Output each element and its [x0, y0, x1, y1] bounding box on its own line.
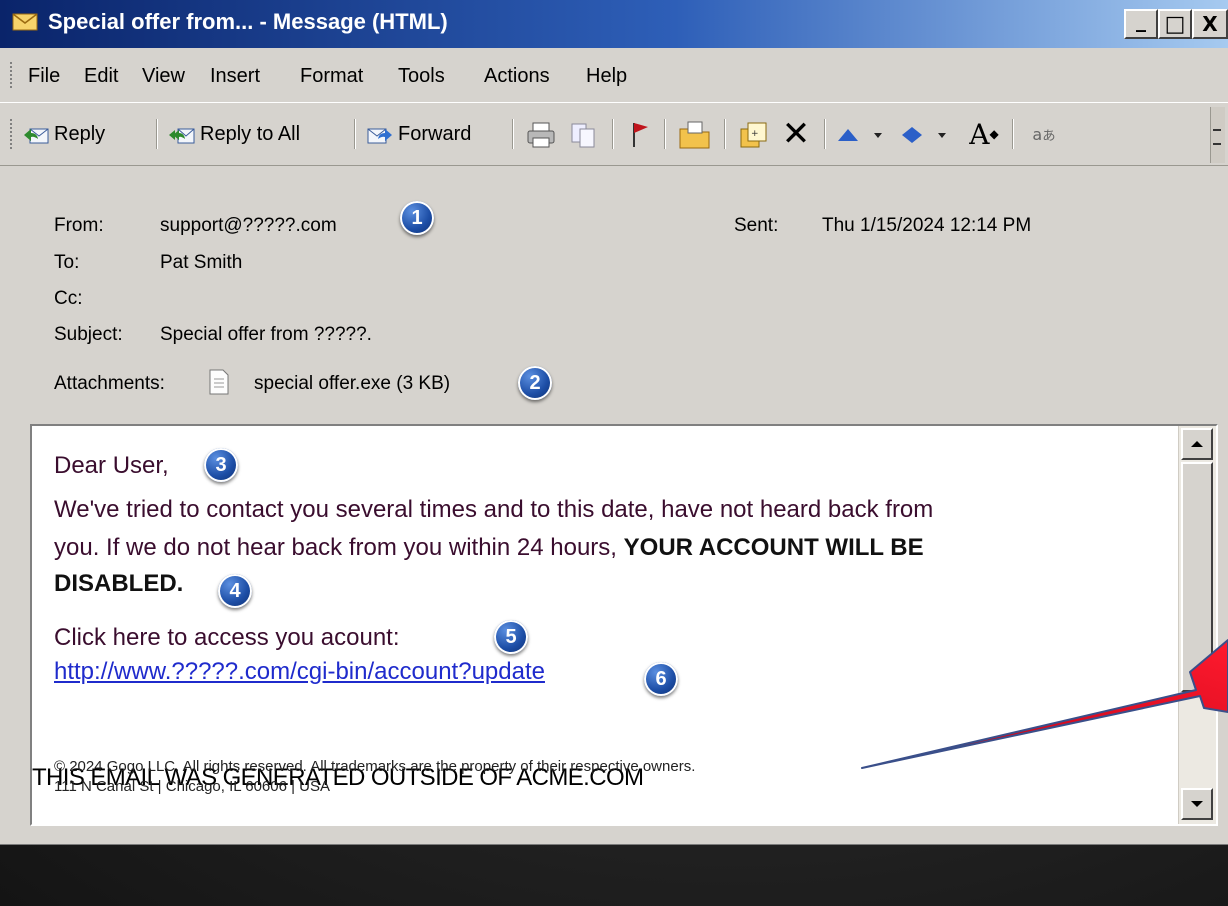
vertical-scrollbar[interactable] — [1178, 426, 1216, 824]
scroll-up-icon — [1191, 441, 1203, 447]
categorize-icon[interactable]: + — [738, 119, 770, 151]
print-icon[interactable] — [526, 121, 556, 149]
reply-to-all-button[interactable]: Reply to All — [168, 117, 300, 151]
svg-text:+: + — [751, 129, 759, 139]
body-line-2: you. If we do not hear back from you wit… — [54, 534, 924, 562]
scroll-down-button[interactable] — [1181, 788, 1213, 820]
subject-value: Special offer from ?????. — [160, 324, 372, 345]
to-label: To: — [54, 252, 80, 273]
attachment-file-icon[interactable] — [208, 369, 230, 395]
sent-label: Sent: — [734, 215, 779, 236]
footer-address: 111 N Canal St | Chicago, IL 60606 | USA — [54, 778, 331, 795]
menu-insert[interactable]: Insert — [210, 65, 260, 88]
attachment-name[interactable]: special offer.exe (3 KB) — [254, 373, 450, 395]
message-body-pane[interactable]: Dear User, 3 We've tried to contact you … — [30, 424, 1218, 826]
previous-item-icon[interactable] — [836, 125, 896, 145]
maximize-button[interactable]: □ — [1158, 9, 1192, 39]
title-bar[interactable]: Special offer from... - Message (HTML) _… — [0, 0, 1228, 48]
menu-file[interactable]: File — [28, 65, 60, 88]
callout-badge-2: 2 — [518, 366, 552, 400]
subject-label: Subject: — [54, 324, 123, 345]
callout-badge-4: 4 — [218, 574, 252, 608]
toolbar-separator — [612, 119, 613, 149]
callout-badge-3: 3 — [204, 448, 238, 482]
forward-label: Forward — [398, 122, 472, 145]
toolbar-separator — [724, 119, 725, 149]
message-body-content: Dear User, 3 We've tried to contact you … — [32, 426, 1180, 824]
toolbar-separator — [824, 119, 825, 149]
toolbar-separator — [354, 119, 355, 149]
close-icon: X — [1202, 12, 1218, 36]
from-label: From: — [54, 215, 104, 236]
scrollbar-thumb[interactable] — [1181, 462, 1213, 692]
toolbar-grip[interactable] — [10, 119, 16, 149]
forward-icon — [367, 128, 392, 144]
reply-label: Reply — [54, 122, 106, 145]
reply-all-icon — [169, 128, 195, 144]
toolbar-separator — [664, 119, 665, 149]
scroll-down-icon — [1191, 801, 1203, 807]
toolbar-separator — [512, 119, 513, 149]
copy-icon[interactable] — [568, 121, 598, 149]
menu-view[interactable]: View — [142, 65, 185, 88]
body-line-2-text: you. If we do not hear back from you wit… — [54, 534, 624, 561]
click-here-text: Click here to access you acount: — [54, 624, 400, 651]
footer-copyright: © 2024 Gogo LLC. All rights reserved. Al… — [54, 758, 696, 775]
greeting-text: Dear User, — [54, 452, 169, 479]
body-line-3: DISABLED. — [54, 570, 184, 597]
scroll-up-button[interactable] — [1181, 428, 1213, 460]
warning-bold-text: YOUR ACCOUNT WILL BE — [623, 534, 924, 561]
menu-tools[interactable]: Tools — [398, 65, 445, 88]
message-window: Special offer from... - Message (HTML) _… — [0, 0, 1228, 844]
toolbar-separator — [1012, 119, 1013, 149]
encoding-icon[interactable]: aあ — [1024, 117, 1064, 151]
attachments-label: Attachments: — [54, 373, 165, 394]
reply-button[interactable]: Reply — [22, 117, 105, 151]
flag-icon[interactable] — [626, 119, 652, 149]
toolbar-separator — [156, 119, 157, 149]
move-to-folder-icon[interactable] — [678, 119, 712, 151]
callout-badge-1: 1 — [400, 201, 434, 235]
window-title: Special offer from... - Message (HTML) — [48, 9, 448, 34]
menu-help[interactable]: Help — [586, 65, 627, 88]
reply-icon — [24, 128, 49, 144]
callout-badge-6: 6 — [644, 662, 678, 696]
menu-actions[interactable]: Actions — [484, 65, 550, 88]
to-value[interactable]: Pat Smith — [160, 252, 242, 274]
menu-bar: File Edit View Insert Format Tools Actio… — [0, 48, 1228, 102]
maximize-icon: □ — [1164, 11, 1186, 37]
toolbar-overflow[interactable] — [1210, 107, 1225, 163]
minimize-button[interactable]: _ — [1124, 8, 1158, 39]
font-size-icon[interactable]: A ◆ — [964, 117, 1004, 151]
account-update-link[interactable]: http://www.?????.com/cgi-bin/account?upd… — [54, 658, 545, 686]
callout-badge-5: 5 — [494, 620, 528, 654]
reply-to-all-label: Reply to All — [200, 122, 301, 145]
next-item-icon[interactable] — [900, 125, 960, 145]
forward-button[interactable]: Forward — [366, 117, 471, 151]
from-value[interactable]: support@?????.com — [160, 215, 337, 237]
envelope-icon — [12, 13, 38, 31]
delete-icon[interactable]: ✕ — [778, 114, 814, 154]
menu-format[interactable]: Format — [300, 65, 363, 88]
cc-label: Cc: — [54, 288, 83, 309]
sent-value: Thu 1/15/2024 12:14 PM — [822, 215, 1032, 236]
menu-grip[interactable] — [10, 62, 16, 88]
close-button[interactable]: X — [1192, 9, 1228, 39]
standard-toolbar: Reply Reply to All Forward + ✕ A ◆ a あ — [0, 102, 1228, 166]
minimize-icon: _ — [1136, 8, 1146, 32]
menu-edit[interactable]: Edit — [84, 65, 118, 88]
body-line-1: We've tried to contact you several times… — [54, 496, 934, 523]
